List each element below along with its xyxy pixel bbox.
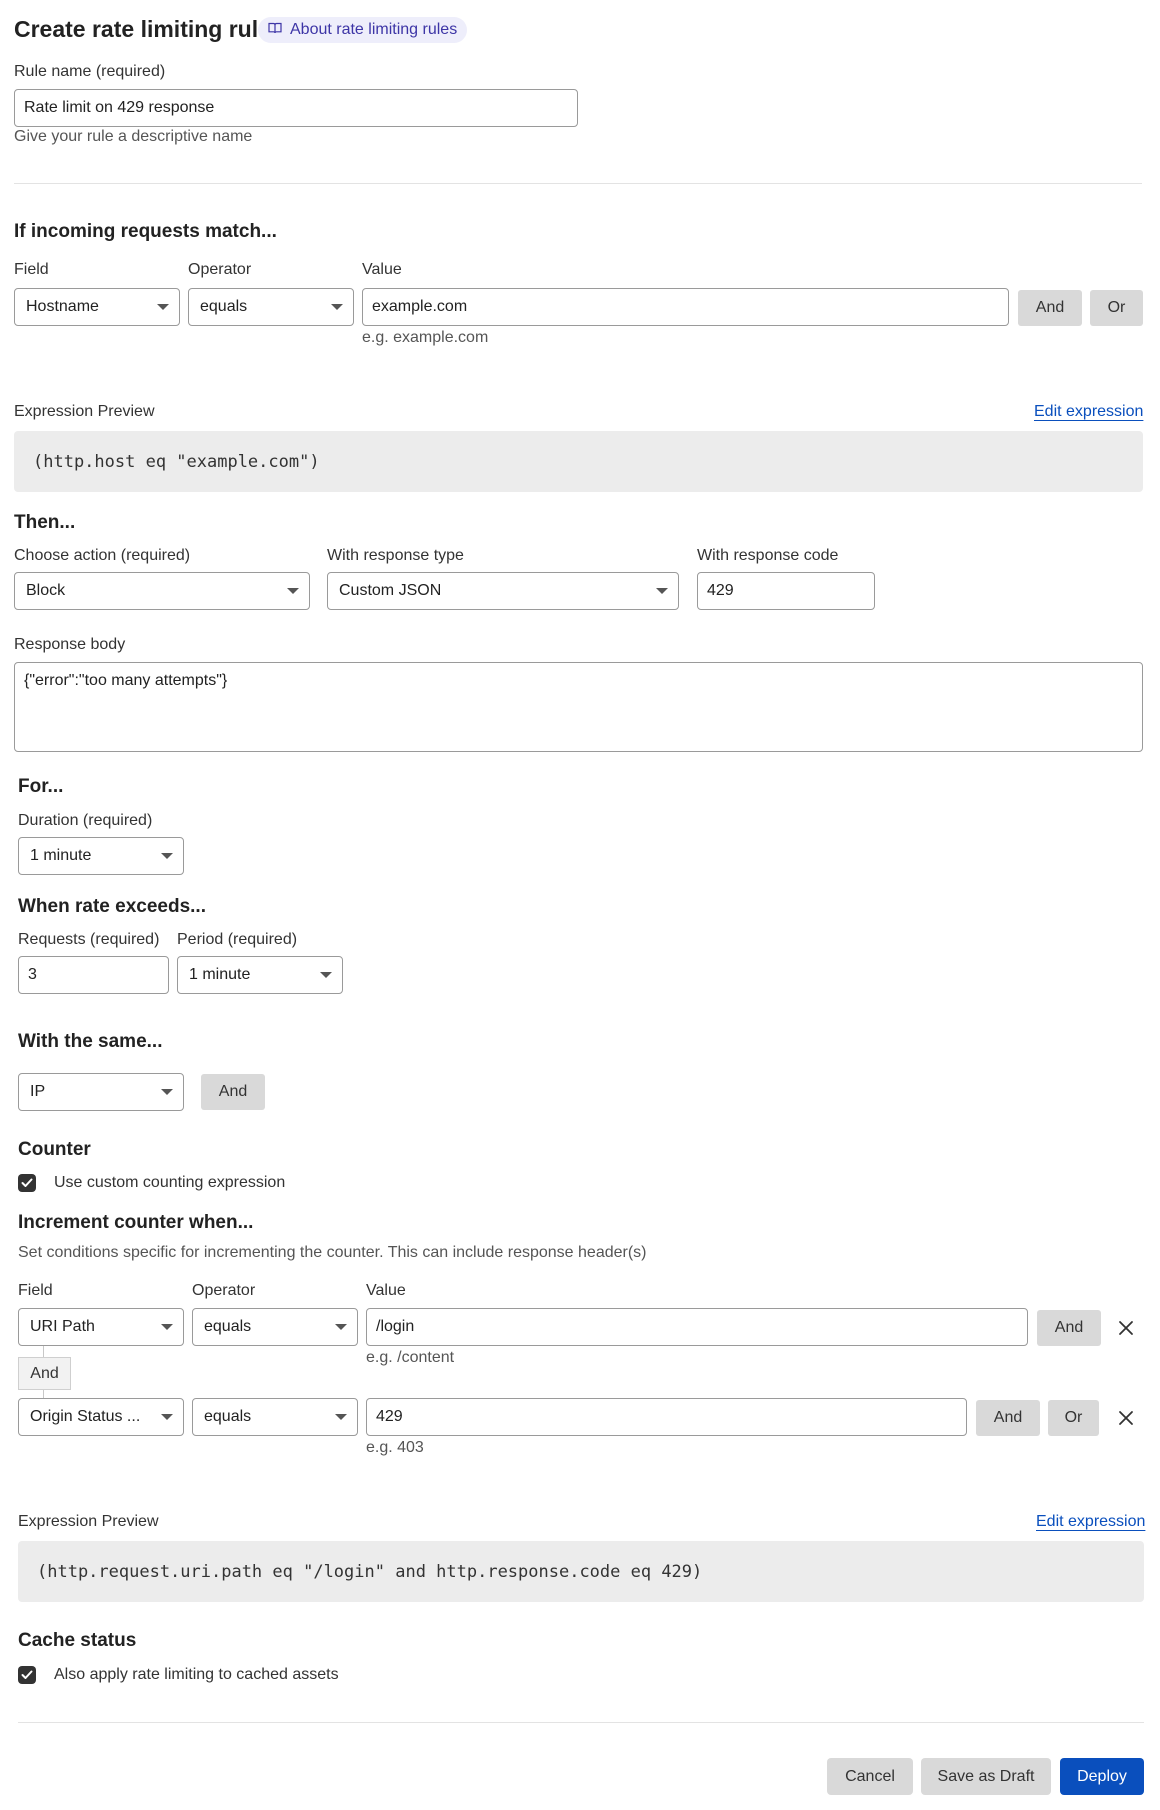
custom-counting-label: Use custom counting expression (54, 1174, 286, 1191)
response-type-select[interactable]: Custom JSON (327, 572, 679, 610)
requests-input[interactable]: 3 (18, 956, 169, 994)
value-hint: e.g. example.com (362, 329, 489, 346)
chevron-down-icon (331, 304, 343, 310)
duration-select[interactable]: 1 minute (18, 837, 184, 875)
increment-description: Set conditions specific for incrementing… (18, 1244, 647, 1261)
requests-label: Requests (required) (18, 931, 160, 948)
cancel-button[interactable]: Cancel (827, 1758, 913, 1795)
increment-or-button[interactable]: Or (1048, 1400, 1099, 1436)
chevron-down-icon (157, 304, 169, 310)
checkmark-icon (21, 1670, 33, 1679)
cache-heading: Cache status (18, 1630, 137, 1651)
match-heading: If incoming requests match... (14, 221, 277, 242)
rule-name-label: Rule name (required) (14, 63, 166, 80)
counter-heading: Counter (18, 1139, 91, 1160)
increment-value-label: Value (366, 1282, 406, 1299)
rate-heading: When rate exceeds... (18, 896, 206, 917)
custom-counting-checkbox[interactable] (18, 1174, 36, 1192)
edit-expression-link[interactable]: Edit expression (1036, 1513, 1145, 1531)
increment-operator-select[interactable]: equals (192, 1398, 358, 1436)
chevron-down-icon (335, 1324, 347, 1330)
chevron-down-icon (161, 853, 173, 859)
increment-value-input[interactable]: /login (366, 1308, 1028, 1346)
response-type-select-value: Custom JSON (339, 582, 442, 599)
expression-preview: (http.host eq "example.com") (14, 431, 1143, 492)
increment-field-select-value: URI Path (30, 1318, 95, 1335)
action-select-value: Block (26, 582, 66, 599)
connector-and-badge: And (18, 1357, 71, 1390)
characteristic-select-value: IP (30, 1083, 46, 1100)
increment-heading: Increment counter when... (18, 1212, 254, 1233)
period-label: Period (required) (177, 931, 298, 948)
increment-operator-select-value: equals (204, 1408, 252, 1425)
chevron-down-icon (287, 588, 299, 594)
value-input[interactable]: example.com (362, 288, 1009, 326)
action-label: Choose action (required) (14, 547, 191, 564)
increment-field-label: Field (18, 1282, 53, 1299)
about-rate-limiting-link[interactable]: About rate limiting rules (258, 17, 468, 43)
about-link-label: About rate limiting rules (290, 21, 458, 38)
characteristic-select[interactable]: IP (18, 1073, 184, 1111)
operator-select[interactable]: equals (188, 288, 354, 326)
expression-preview-label: Expression Preview (18, 1513, 159, 1530)
increment-field-select-value: Origin Status ... (30, 1408, 141, 1425)
expression-preview: (http.request.uri.path eq "/login" and h… (18, 1541, 1144, 1602)
chevron-down-icon (335, 1414, 347, 1420)
page-title: Create rate limiting rule (14, 16, 271, 42)
increment-and-button[interactable]: And (976, 1400, 1040, 1436)
duration-label: Duration (required) (18, 812, 153, 829)
increment-field-select[interactable]: Origin Status ... (18, 1398, 184, 1436)
for-heading: For... (18, 776, 64, 797)
operator-select-value: equals (200, 298, 248, 315)
rule-name-help: Give your rule a descriptive name (14, 128, 253, 145)
cache-checkbox[interactable] (18, 1666, 36, 1684)
response-code-label: With response code (697, 547, 839, 564)
increment-value-input[interactable]: 429 (366, 1398, 967, 1436)
save-draft-button[interactable]: Save as Draft (921, 1758, 1051, 1795)
close-icon[interactable] (1114, 1406, 1138, 1430)
increment-operator-label: Operator (192, 1282, 256, 1299)
chevron-down-icon (161, 1414, 173, 1420)
increment-and-button[interactable]: And (1037, 1310, 1101, 1346)
rule-name-input[interactable]: Rate limit on 429 response (14, 89, 578, 127)
and-button[interactable]: And (1018, 290, 1082, 326)
response-body-label: Response body (14, 636, 126, 653)
book-icon (268, 21, 282, 39)
action-select[interactable]: Block (14, 572, 310, 610)
field-label: Field (14, 261, 49, 278)
duration-select-value: 1 minute (30, 847, 92, 864)
close-icon[interactable] (1114, 1316, 1138, 1340)
increment-value-hint: e.g. /content (366, 1349, 455, 1366)
value-label: Value (362, 261, 402, 278)
response-type-label: With response type (327, 547, 464, 564)
field-select[interactable]: Hostname (14, 288, 180, 326)
footer-divider (18, 1722, 1144, 1723)
response-code-input[interactable]: 429 (697, 572, 875, 610)
increment-operator-select-value: equals (204, 1318, 252, 1335)
then-heading: Then... (14, 512, 76, 533)
chevron-down-icon (656, 588, 668, 594)
same-heading: With the same... (18, 1031, 163, 1052)
cache-checkbox-label: Also apply rate limiting to cached asset… (54, 1666, 339, 1683)
same-and-button[interactable]: And (201, 1074, 265, 1110)
response-body-textarea[interactable]: {"error":"too many attempts"} (14, 662, 1143, 752)
period-select-value: 1 minute (189, 966, 251, 983)
checkmark-icon (21, 1178, 33, 1187)
section-divider (14, 183, 1142, 184)
deploy-button[interactable]: Deploy (1060, 1758, 1144, 1795)
period-select[interactable]: 1 minute (177, 956, 343, 994)
chevron-down-icon (161, 1089, 173, 1095)
field-select-value: Hostname (26, 298, 99, 315)
chevron-down-icon (320, 972, 332, 978)
increment-operator-select[interactable]: equals (192, 1308, 358, 1346)
edit-expression-link[interactable]: Edit expression (1034, 403, 1143, 421)
operator-label: Operator (188, 261, 252, 278)
chevron-down-icon (161, 1324, 173, 1330)
increment-field-select[interactable]: URI Path (18, 1308, 184, 1346)
increment-value-hint: e.g. 403 (366, 1439, 424, 1456)
expression-preview-label: Expression Preview (14, 403, 155, 420)
or-button[interactable]: Or (1090, 290, 1143, 326)
